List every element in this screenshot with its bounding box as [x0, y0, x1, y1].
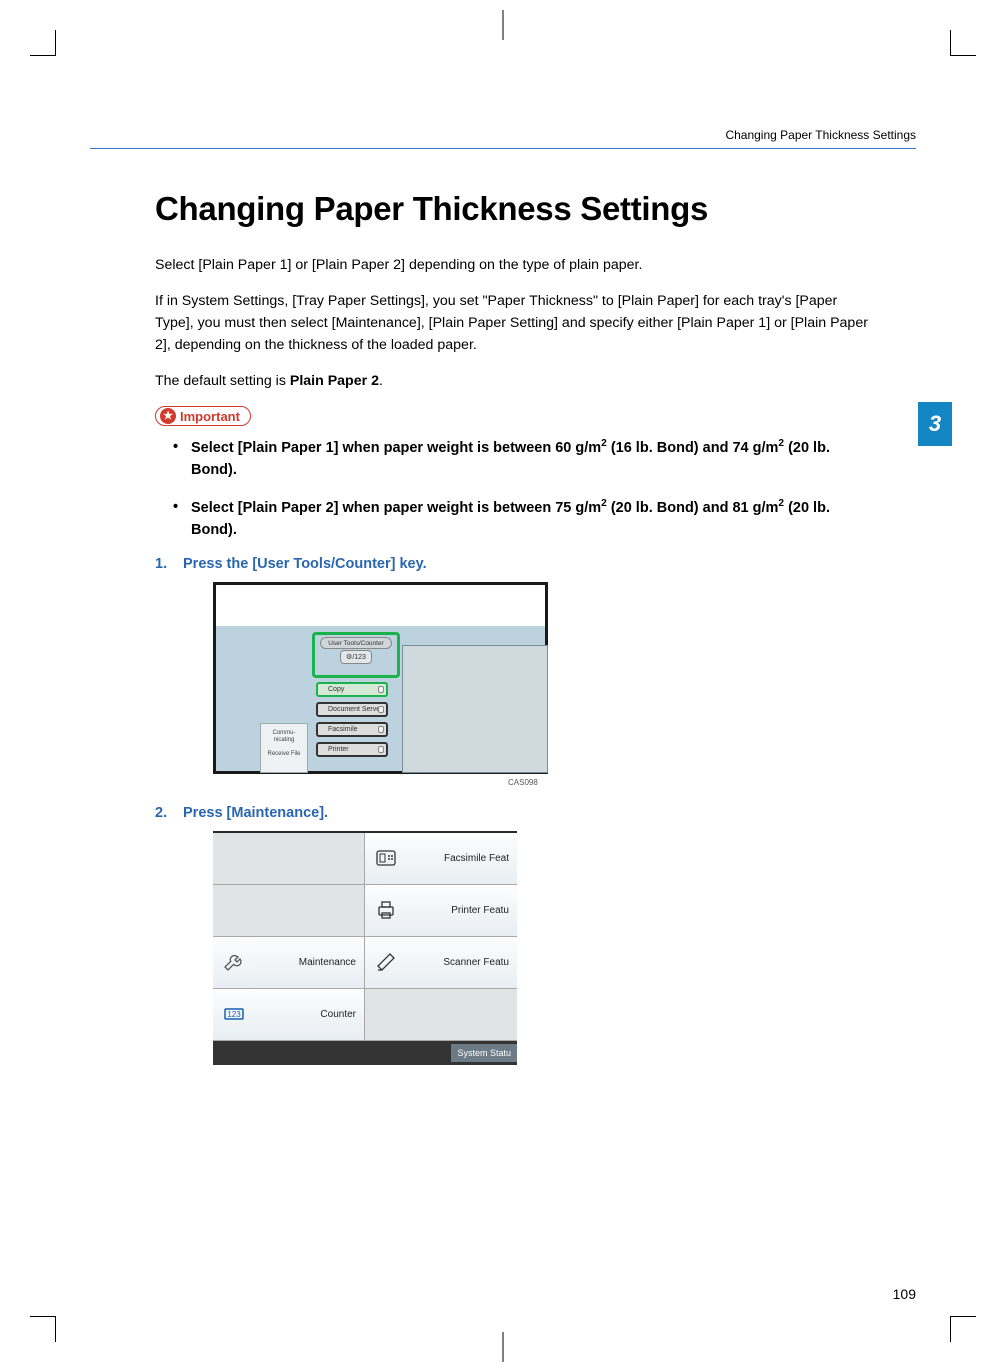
important-badge: Important [155, 406, 251, 426]
button-nub [378, 706, 384, 713]
crop-mark-bl [30, 1316, 56, 1342]
fax-icon [373, 845, 399, 871]
intro-paragraph-2: If in System Settings, [Tray Paper Setti… [155, 290, 876, 356]
running-head: Changing Paper Thickness Settings [725, 128, 916, 142]
crop-mark-tl [30, 30, 56, 56]
menu-cell-facsimile-features[interactable]: Facsimile Feat [365, 833, 517, 885]
star-icon [160, 408, 176, 424]
important-item-1-a: Select [Plain Paper 1] when paper weight… [191, 440, 601, 456]
panel-left-status: Commu- nicating Receive File [260, 723, 308, 773]
important-item-1-b: (16 lb. Bond) and 74 g/m [607, 440, 779, 456]
button-nub [378, 746, 384, 753]
step-1-title: Press the [User Tools/Counter] key. [183, 556, 876, 572]
important-item-2-a: Select [Plain Paper 2] when paper weight… [191, 500, 601, 516]
highlight-box [312, 632, 400, 678]
menu-cell-blank-2 [213, 885, 365, 937]
menu-label-facsimile: Facsimile Feat [444, 853, 509, 864]
menu-cell-blank-1 [213, 833, 365, 885]
important-item-2-b: (20 lb. Bond) and 81 g/m [607, 500, 779, 516]
menu-status-bar: System Statu [213, 1041, 517, 1065]
important-list: Select [Plain Paper 1] when paper weight… [155, 436, 876, 542]
panel-button-copy[interactable]: Copy [316, 682, 388, 697]
step-2-title: Press [Maintenance]. [183, 805, 876, 821]
system-status-button[interactable]: System Statu [451, 1044, 517, 1062]
chapter-tab: 3 [918, 402, 952, 446]
counter-icon: 123 [221, 1001, 247, 1027]
crop-mark-tr [950, 30, 976, 56]
important-label: Important [180, 409, 240, 424]
communicating-label: Commu- nicating [261, 730, 307, 746]
page-number: 109 [893, 1286, 916, 1302]
figure-control-panel: User Tools/Counter ⚙/123 Copy Document S… [213, 582, 548, 774]
panel-button-facsimile-label: Facsimile [328, 726, 358, 733]
menu-cell-scanner-features[interactable]: Scanner Featu [365, 937, 517, 989]
panel-button-copy-label: Copy [328, 686, 344, 693]
step-2: Press [Maintenance]. Facsimile Feat [155, 805, 876, 1065]
menu-cell-blank-3 [365, 989, 517, 1041]
panel-button-printer-label: Printer [328, 746, 349, 753]
para3-suffix: . [379, 373, 383, 389]
intro-paragraph-3: The default setting is Plain Paper 2. [155, 370, 876, 392]
menu-label-scanner: Scanner Featu [443, 957, 509, 968]
menu-cell-maintenance[interactable]: Maintenance [213, 937, 365, 989]
panel-button-document-server-label: Document Server [328, 706, 382, 713]
header-rule [90, 148, 916, 149]
page-title: Changing Paper Thickness Settings [155, 190, 876, 228]
step-1: Press the [User Tools/Counter] key. User… [155, 556, 876, 787]
crop-mark-top [503, 10, 504, 40]
panel-button-facsimile[interactable]: Facsimile [316, 722, 388, 737]
button-nub [378, 686, 384, 693]
panel-button-printer[interactable]: Printer [316, 742, 388, 757]
wrench-icon [221, 949, 247, 975]
crop-mark-br [950, 1316, 976, 1342]
para3-prefix: The default setting is [155, 373, 290, 389]
panel-button-document-server[interactable]: Document Server [316, 702, 388, 717]
panel-screen [402, 645, 548, 773]
receive-file-label: Receive File [261, 751, 307, 759]
svg-text:123: 123 [227, 1010, 241, 1019]
menu-label-printer: Printer Featu [451, 905, 509, 916]
menu-cell-printer-features[interactable]: Printer Featu [365, 885, 517, 937]
intro-paragraph-1: Select [Plain Paper 1] or [Plain Paper 2… [155, 254, 876, 276]
menu-cell-counter[interactable]: 123 Counter [213, 989, 365, 1041]
button-nub [378, 726, 384, 733]
menu-label-counter: Counter [320, 1009, 356, 1020]
steps-list: Press the [User Tools/Counter] key. User… [155, 556, 876, 1065]
menu-label-maintenance: Maintenance [299, 957, 356, 968]
important-item-2: Select [Plain Paper 2] when paper weight… [173, 496, 876, 542]
crop-mark-bottom [503, 1332, 504, 1362]
important-item-1: Select [Plain Paper 1] when paper weight… [173, 436, 876, 482]
scanner-icon [373, 949, 399, 975]
para3-bold: Plain Paper 2 [290, 373, 379, 389]
figure-menu-grid: Facsimile Feat Printer Featu [213, 831, 517, 1065]
printer-icon [373, 897, 399, 923]
figure-1-caption: CAS098 [508, 778, 876, 787]
